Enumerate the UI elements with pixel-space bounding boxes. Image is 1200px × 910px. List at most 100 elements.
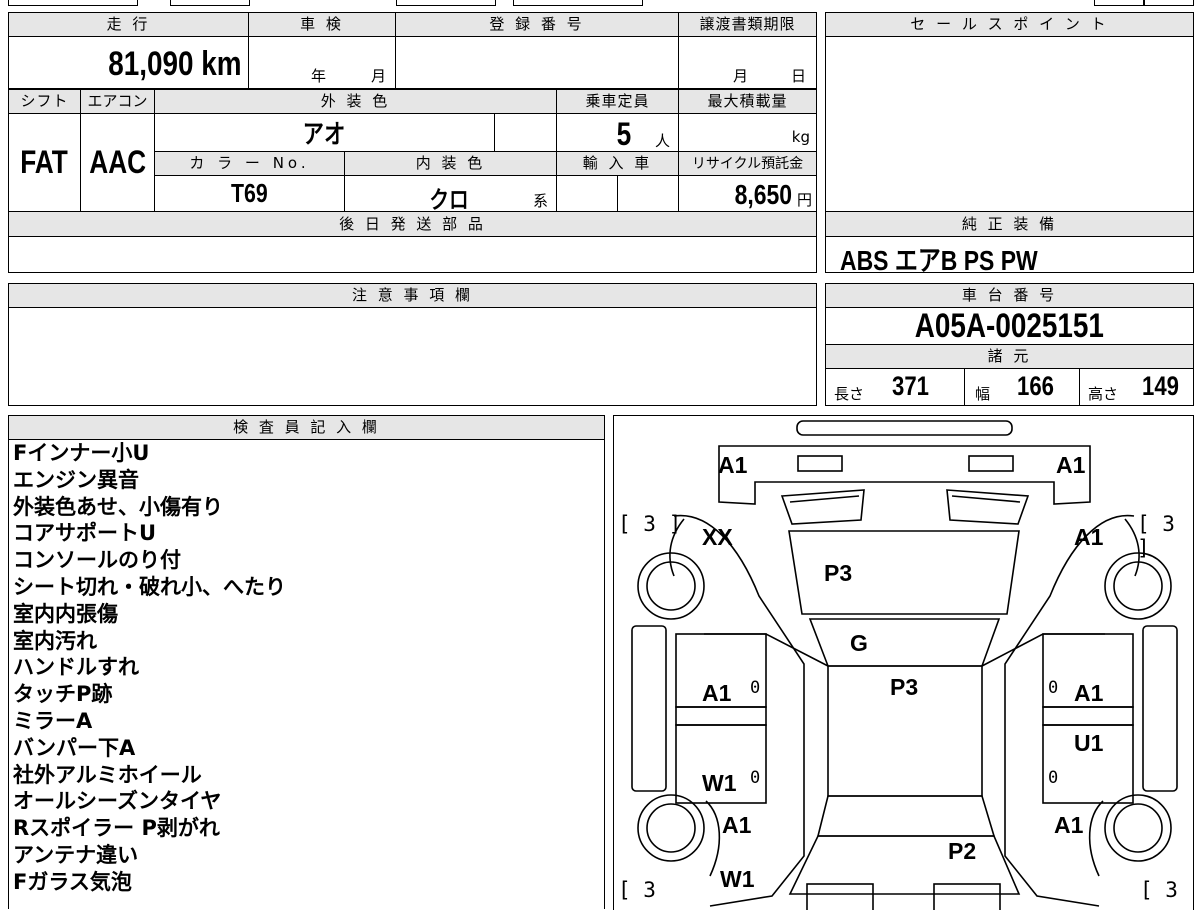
inspector-note-line: シート切れ・破れ小、へたり: [13, 574, 286, 599]
recycle-value: 8,650: [734, 179, 792, 210]
color-no-label: カ ラ ー No.: [154, 151, 345, 176]
interior-color-label: 内 装 色: [344, 151, 557, 176]
chassis-cell: A05A-0025151: [825, 307, 1194, 345]
import-label: 輸 入 車: [556, 151, 679, 176]
width-value: 166: [1017, 371, 1055, 401]
rear-right-tire: [1104, 794, 1172, 862]
diag-rear-door-left: W1: [702, 770, 737, 796]
inspector-note-line: 社外アルミホイール: [13, 762, 202, 787]
transfer-month: 月: [733, 67, 749, 85]
diag-zero-1: 0: [750, 678, 761, 698]
registration-cell: [395, 36, 679, 89]
diag-front-right: A1: [1056, 452, 1086, 478]
equipment-value: ABS エアB PS PW: [840, 245, 1038, 276]
equipment-label: 純 正 装 備: [825, 211, 1194, 237]
inspector-label: 検 査 員 記 入 欄: [8, 415, 605, 440]
exterior-color-extra: [494, 113, 557, 152]
front-panel-shape: [718, 445, 1091, 505]
inspector-note-line: コンソールのり付: [13, 548, 181, 573]
notes-cell: [8, 307, 817, 406]
car-diagram: A1 A1 [ 3 ] [ 3 ] XX A1 P3 G P3 A1 0 0 A…: [613, 415, 1194, 910]
rear-left-fender-arc: [705, 800, 721, 877]
later-parts-cell: [8, 236, 817, 273]
color-no-cell: T69: [154, 175, 345, 212]
diag-rear-panel: P2: [948, 838, 977, 864]
diag-bracket-br: [ 3: [1140, 878, 1178, 902]
exterior-color-cell: アオ: [154, 113, 495, 152]
width-cell: 幅 166: [964, 368, 1080, 406]
inspector-note-line: オールシーズンタイヤ: [13, 789, 222, 814]
width-label: 幅: [975, 385, 991, 403]
right-side-shape: [1004, 514, 1135, 907]
diag-hood: P3: [824, 560, 853, 586]
chassis-value: A05A-0025151: [914, 306, 1105, 345]
front-bumper-shape: [796, 420, 1013, 436]
import-cell-1: [556, 175, 618, 212]
inspector-note-line: Rスポイラー P剥がれ: [13, 816, 220, 841]
mileage-label: 走 行: [8, 12, 249, 37]
transfer-cell: 月 日: [678, 36, 817, 89]
rear-panel-shape: [788, 835, 1021, 895]
notes-label: 注 意 事 項 欄: [8, 283, 817, 308]
inspector-note-line: アンテナ違い: [13, 842, 139, 867]
max-load-unit: kg: [791, 128, 810, 146]
grille-right-shape: [946, 489, 1030, 525]
interior-color-cell: クロ 系: [344, 175, 557, 214]
transfer-day: 日: [791, 67, 807, 85]
left-headlight-shape: [797, 455, 843, 472]
rear-bumper-right-shape: [933, 883, 1001, 910]
inspector-note-line: バンパー下A: [13, 735, 136, 760]
diag-rear-fender-left: A1: [722, 812, 752, 838]
capacity-unit: 人: [655, 132, 671, 150]
mileage-cell: 81,090 km: [8, 36, 249, 89]
inspector-note-line: Fインナー小U: [13, 441, 150, 465]
diag-windshield: G: [850, 630, 868, 656]
right-headlight-shape: [968, 455, 1014, 472]
shaken-cell: 年 月: [248, 36, 396, 89]
length-label: 長さ: [834, 385, 865, 403]
top-cut-strip: [0, 0, 1200, 8]
recycle-cell: 8,650 円: [678, 175, 817, 212]
car-diagram-svg: [631, 420, 1178, 910]
inspector-note-line: 室内内張傷: [13, 601, 118, 626]
specs-label: 諸 元: [825, 344, 1194, 369]
inspector-note-line: タッチP跡: [13, 682, 113, 707]
left-side-shape: [673, 514, 805, 907]
inspector-note-line: コアサポートU: [13, 521, 157, 546]
grille-left-shape: [780, 489, 865, 525]
inspector-note-line: 室内汚れ: [13, 628, 97, 653]
length-value: 371: [892, 371, 930, 401]
capacity-cell: 5 人: [556, 113, 679, 152]
inspector-note-line: Fガラス気泡: [13, 869, 132, 894]
diag-zero-4: 0: [1048, 768, 1059, 788]
diag-zero-2: 0: [1048, 678, 1059, 698]
recycle-label: リサイクル預託金: [678, 151, 817, 176]
shift-label: シフト: [8, 89, 81, 114]
left-sill-shape: [631, 625, 667, 792]
height-value: 149: [1142, 371, 1180, 401]
grille-line-2: [951, 495, 1021, 503]
diag-roof: P3: [890, 674, 919, 700]
max-load-label: 最大積載量: [678, 89, 817, 114]
diag-rear-fender-right: A1: [1054, 812, 1084, 838]
shift-value: FAT: [20, 144, 69, 180]
length-cell: 長さ 371: [825, 368, 965, 406]
diag-front-left: A1: [718, 452, 748, 478]
right-door-strip-shape: [1042, 706, 1134, 726]
grille-line-1: [789, 495, 860, 503]
shift-cell: FAT: [8, 113, 81, 212]
inspector-note-line: エンジン異音: [13, 467, 139, 492]
inspector-note-line: ミラーA: [13, 708, 93, 733]
diag-bracket-tl: [ 3 ]: [618, 512, 682, 536]
rear-bumper-left-shape: [806, 883, 874, 910]
registration-label: 登 録 番 号: [395, 12, 679, 37]
diag-bracket-bl: [ 3: [618, 878, 656, 902]
aircon-value: AAC: [89, 144, 146, 180]
height-cell: 高さ 149: [1079, 368, 1194, 406]
rear-right-wheel: [1113, 803, 1163, 853]
sales-point-label: セ ー ル ス ポ イ ン ト: [825, 12, 1194, 37]
mileage-value: 81,090 km: [108, 45, 242, 83]
windshield-shape: [808, 618, 1001, 667]
left-door-strip-shape: [675, 706, 767, 726]
chassis-label: 車 台 番 号: [825, 283, 1194, 308]
